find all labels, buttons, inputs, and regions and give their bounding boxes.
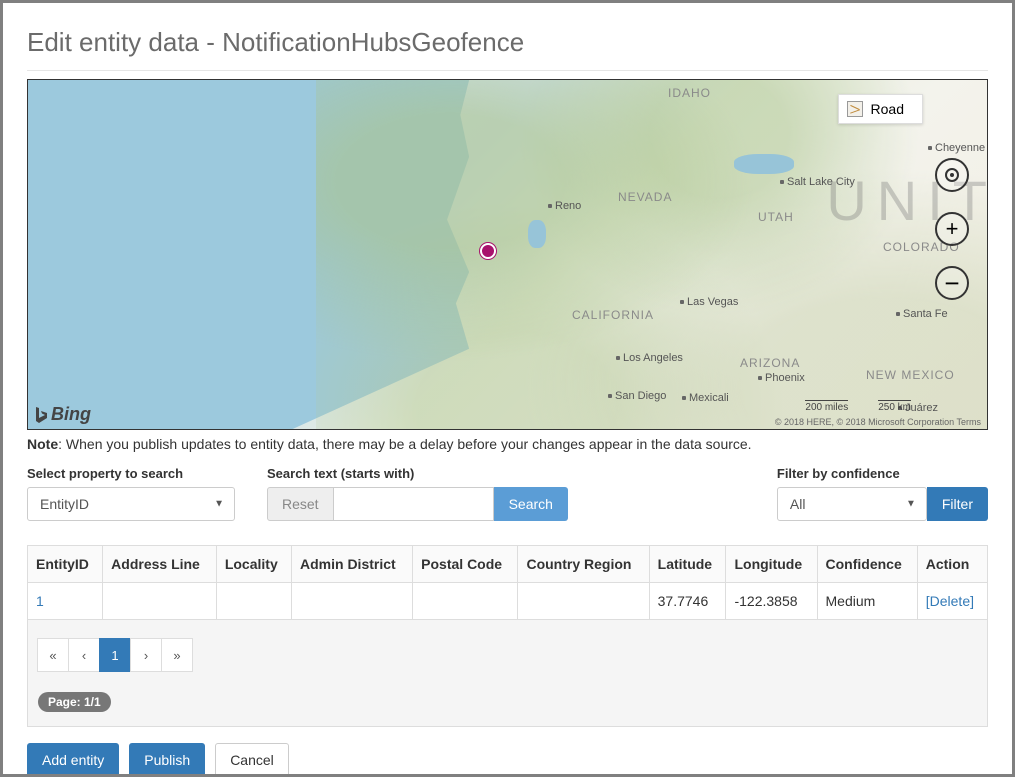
bing-logo: Bing [34,404,91,425]
confidence-value: All [790,496,806,512]
filter-group: Filter by confidence All ▼ Filter [777,466,988,521]
page-title: Edit entity data - NotificationHubsGeofe… [27,27,988,58]
property-select[interactable]: EntityID ▼ [27,487,235,521]
col-latitude: Latitude [649,546,726,583]
city-label: Los Angeles [616,352,683,364]
note-text: Note: When you publish updates to entity… [27,436,988,452]
cell-country-region [518,583,649,620]
search-text-group: Search text (starts with) Reset Search [267,466,568,521]
reset-button[interactable]: Reset [267,487,334,521]
city-label: San Diego [608,390,666,402]
map-lake-tahoe [528,220,546,248]
col-postal-code: Postal Code [413,546,518,583]
col-entityid: EntityID [28,546,103,583]
cell-entityid: 1 [28,583,103,620]
pager-first[interactable]: « [37,638,69,672]
note-label: Note [27,436,58,452]
dialog-window: Edit entity data - NotificationHubsGeofe… [0,0,1015,777]
page-badge: Page: 1/1 [38,692,111,712]
divider [27,70,988,71]
city-label: Reno [548,200,581,212]
map-attribution: © 2018 HERE, © 2018 Microsoft Corporatio… [775,417,981,427]
search-text-label: Search text (starts with) [267,466,568,481]
col-locality: Locality [216,546,291,583]
pager-page-1[interactable]: 1 [99,638,131,672]
property-value: EntityID [40,496,89,512]
state-label: UTAH [758,210,794,224]
cell-latitude: 37.7746 [649,583,726,620]
cell-admin-district [292,583,413,620]
city-label: Las Vegas [680,296,738,308]
map-scale: 200 miles 250 km [805,400,911,413]
city-label: Cheyenne [928,142,985,154]
state-label: CALIFORNIA [572,308,654,322]
cell-confidence: Medium [817,583,917,620]
state-label: NEVADA [618,190,672,204]
cell-longitude: -122.3858 [726,583,817,620]
bing-text: Bing [51,404,91,425]
caret-down-icon: ▼ [214,499,224,510]
entity-table: EntityIDAddress LineLocalityAdmin Distri… [27,545,988,620]
road-icon [847,101,863,117]
filter-button[interactable]: Filter [927,487,988,521]
search-button[interactable]: Search [494,487,568,521]
scale-miles: 200 miles [805,400,848,413]
cell-postal-code [413,583,518,620]
scroll-area[interactable]: Edit entity data - NotificationHubsGeofe… [3,3,1012,774]
pager-prev[interactable]: ‹ [68,638,100,672]
scale-km: 250 km [878,400,911,413]
table-row: 1 37.7746-122.3858Medium [Delete] [28,583,988,620]
caret-down-icon: ▼ [906,499,916,510]
confidence-select[interactable]: All ▼ [777,487,927,521]
city-label: Phoenix [758,372,805,384]
zoom-in-button[interactable]: + [935,212,969,246]
city-label: Mexicali [682,392,729,404]
pager-last[interactable]: » [161,638,193,672]
add-entity-button[interactable]: Add entity [27,743,119,774]
col-address-line: Address Line [103,546,217,583]
col-confidence: Confidence [817,546,917,583]
footer-buttons: Add entity Publish Cancel [27,743,988,774]
col-country-region: Country Region [518,546,649,583]
map-lake [734,154,794,174]
property-search-group: Select property to search EntityID ▼ [27,466,235,521]
publish-button[interactable]: Publish [129,743,205,774]
map[interactable]: IDAHOWYOMINGNEVADAUTAHCOLORADOCALIFORNIA… [27,79,988,430]
bing-icon [34,406,48,424]
property-label: Select property to search [27,466,235,481]
state-label: ARIZONA [740,356,800,370]
cell-address-line [103,583,217,620]
col-admin-district: Admin District [292,546,413,583]
city-label: Santa Fe [896,308,948,320]
cell-action: [Delete] [917,583,987,620]
entity-id-link[interactable]: 1 [36,593,44,609]
pager: « ‹ 1 › » [38,638,977,672]
filter-label: Filter by confidence [777,466,988,481]
col-action: Action [917,546,987,583]
note-body: : When you publish updates to entity dat… [58,436,751,452]
locate-button[interactable] [935,158,969,192]
state-label: IDAHO [668,86,711,100]
state-label: NEW MEXICO [866,368,955,382]
col-longitude: Longitude [726,546,817,583]
map-controls: + − [935,158,969,300]
search-input[interactable] [334,487,494,521]
pager-area: « ‹ 1 › » Page: 1/1 [27,620,988,727]
cancel-button[interactable]: Cancel [215,743,289,774]
cell-locality [216,583,291,620]
map-type-label: Road [871,101,904,117]
pager-next[interactable]: › [130,638,162,672]
delete-link[interactable]: [Delete] [926,593,974,609]
map-type-selector[interactable]: Road [838,94,923,124]
zoom-out-button[interactable]: − [935,266,969,300]
